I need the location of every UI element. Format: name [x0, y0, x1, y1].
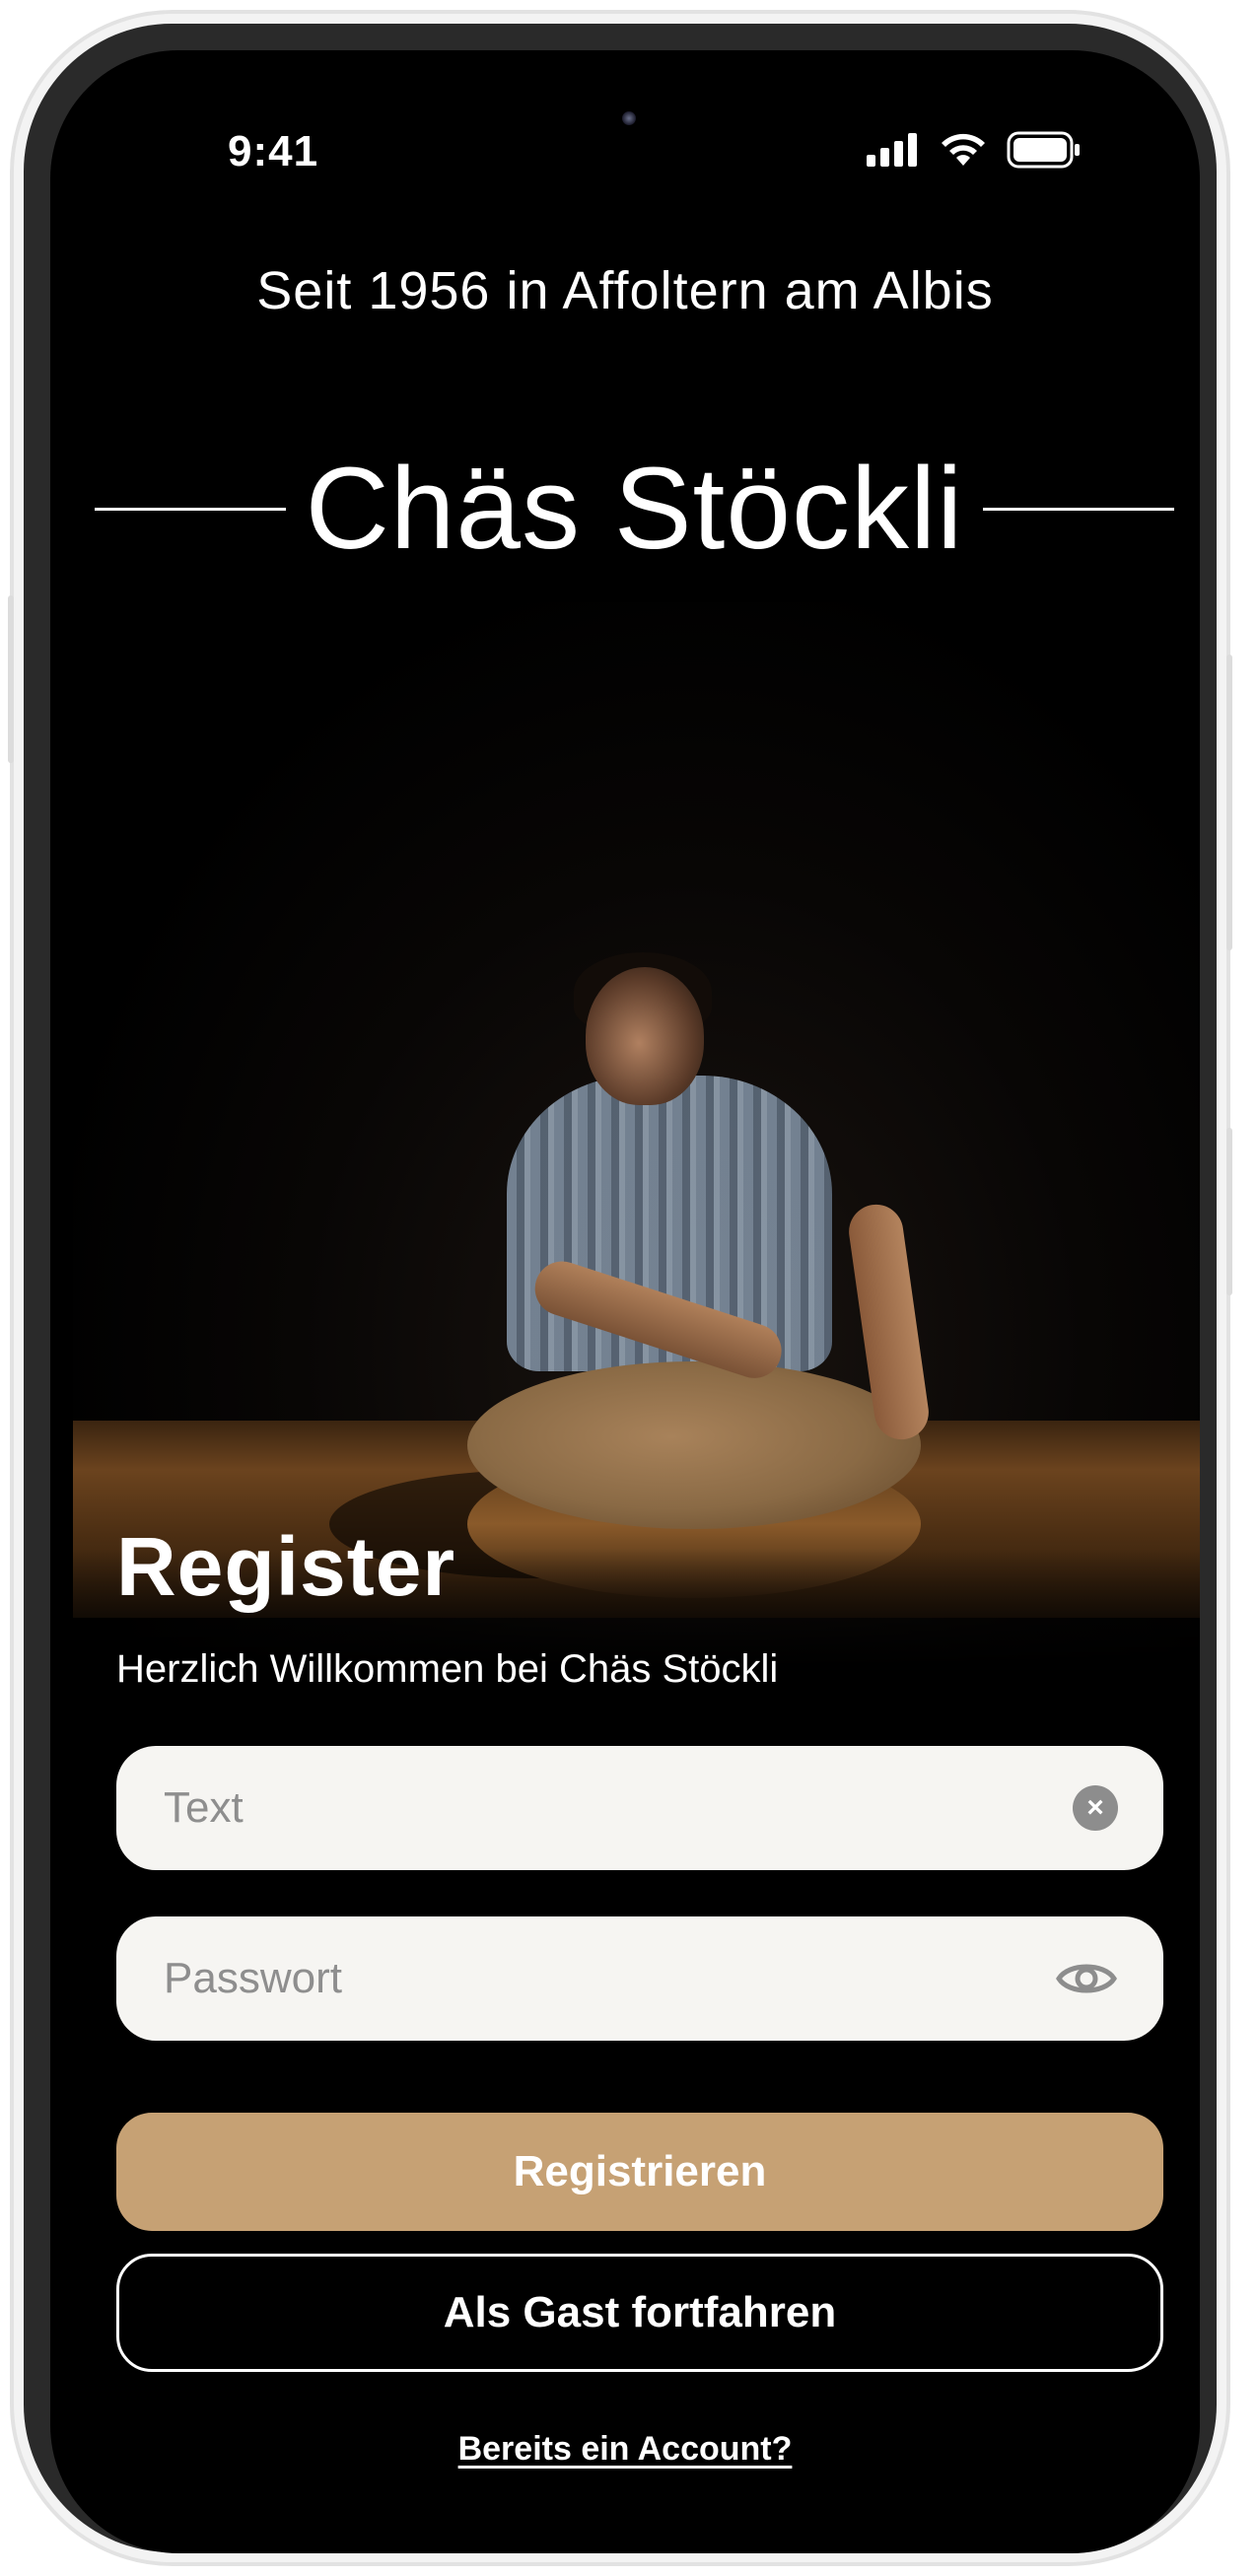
register-button[interactable]: Registrieren [116, 2113, 1163, 2231]
eye-icon[interactable] [1055, 1957, 1118, 2000]
page-subtitle: Herzlich Willkommen bei Chäs Stöckli [116, 1647, 779, 1691]
text-input[interactable] [162, 1782, 1053, 1834]
phone-frame: 9:41 Seit 1956 in Affoltern am Albis Chä… [8, 10, 1232, 2566]
brand-title: Chäs Stöckli [305, 444, 964, 574]
side-button [1226, 655, 1232, 950]
page-title: Register [116, 1520, 456, 1613]
battery-icon [1007, 131, 1080, 169]
person-head [586, 967, 704, 1105]
guest-button[interactable]: Als Gast fortfahren [116, 2254, 1163, 2372]
divider-right [983, 507, 1174, 511]
cellular-signal-icon [867, 133, 917, 167]
front-camera [622, 111, 636, 125]
password-input[interactable] [162, 1953, 1053, 2004]
wifi-icon [942, 133, 985, 166]
hero-photo [73, 602, 1200, 1667]
tagline: Seit 1956 in Affoltern am Albis [256, 261, 994, 320]
side-button [8, 595, 14, 763]
divider-left [95, 507, 286, 511]
clear-x-icon[interactable]: × [1073, 1785, 1118, 1831]
cheese-wheel [467, 1361, 921, 1529]
brand-header: Chäs Stöckli [95, 440, 1174, 578]
app-screen: 9:41 Seit 1956 in Affoltern am Albis Chä… [50, 50, 1200, 2553]
side-button [1226, 1128, 1232, 1295]
text-field[interactable]: × [116, 1746, 1163, 1870]
password-field[interactable] [116, 1916, 1163, 2041]
status-time: 9:41 [228, 127, 319, 175]
status-icons [867, 131, 1082, 169]
login-link[interactable]: Bereits ein Account? [50, 2430, 1200, 2469]
